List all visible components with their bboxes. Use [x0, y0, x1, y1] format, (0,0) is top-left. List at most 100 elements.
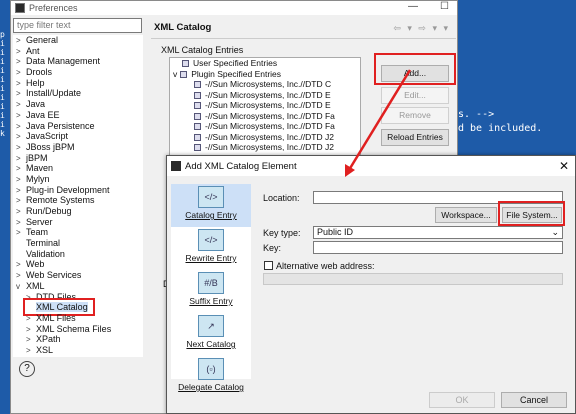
catalog-entry[interactable]: -//Sun Microsystems, Inc.//DTD J2: [170, 132, 360, 143]
tree-item[interactable]: > XML Schema Files: [13, 324, 143, 335]
entry-icon: [182, 60, 189, 68]
element-type-label: Next Catalog: [186, 339, 236, 349]
element-type-icon: (▫): [198, 358, 224, 380]
tree-item-label: Maven: [26, 163, 54, 174]
chevron-right-icon[interactable]: >: [26, 346, 36, 357]
tree-item-label: Java: [26, 99, 46, 110]
reload-entries-button[interactable]: Reload Entries: [381, 129, 449, 146]
element-type-icon: </>: [198, 229, 224, 251]
tree-item[interactable]: Terminal: [13, 238, 143, 249]
keytype-label: Key type:: [263, 228, 301, 238]
catalog-element-type[interactable]: #/B Suffix Entry: [171, 270, 251, 313]
chevron-down-icon[interactable]: v: [173, 69, 177, 79]
tree-item[interactable]: > XPath: [13, 334, 143, 345]
catalog-entry-label: -//Sun Microsystems, Inc.//DTD C: [205, 79, 332, 89]
tree-item-label: Remote Systems: [26, 195, 95, 206]
tree-item[interactable]: > Java: [13, 99, 143, 110]
ok-button[interactable]: OK: [429, 392, 495, 408]
minimize-icon[interactable]: —: [408, 1, 418, 12]
catalog-entry[interactable]: -//Sun Microsystems, Inc.//DTD E: [170, 90, 360, 101]
preferences-tree: > General > Ant > Data Management > Drools > Help…: [13, 35, 143, 357]
tree-item[interactable]: > XML Files: [13, 313, 143, 324]
cancel-button[interactable]: Cancel: [501, 392, 567, 408]
tree-item[interactable]: > Remote Systems: [13, 195, 143, 206]
tree-item[interactable]: > Java Persistence: [13, 121, 143, 132]
element-type-label: Catalog Entry: [185, 210, 237, 220]
tree-item-label: XML: [26, 280, 45, 291]
tree-item-label: XML Files: [36, 312, 76, 323]
tree-item-label: DTD Files: [36, 291, 76, 302]
alternative-address-checkbox[interactable]: [264, 261, 273, 270]
keytype-select[interactable]: Public ID ⌄: [313, 226, 563, 239]
edit-button[interactable]: Edit...: [381, 87, 449, 104]
tree-item[interactable]: > Web: [13, 259, 143, 270]
filter-input[interactable]: type filter text: [13, 18, 142, 33]
tree-item[interactable]: > Install/Update: [13, 88, 143, 99]
dialog-app-icon: [171, 161, 181, 171]
element-type-icon: </>: [198, 186, 224, 208]
alternative-address-input[interactable]: [263, 273, 563, 285]
catalog-element-type[interactable]: </> Catalog Entry: [171, 184, 251, 227]
catalog-entry[interactable]: -//Sun Microsystems, Inc.//DTD E: [170, 100, 360, 111]
help-icon[interactable]: ?: [19, 361, 35, 377]
catalog-entry-label: -//Sun Microsystems, Inc.//DTD Fa: [205, 121, 335, 131]
tree-item[interactable]: > Ant: [13, 46, 143, 57]
workspace-button[interactable]: Workspace...: [435, 207, 497, 223]
catalog-element-type[interactable]: </> Rewrite Entry: [171, 227, 251, 270]
close-icon[interactable]: ✕: [559, 159, 569, 173]
tree-item[interactable]: > Team: [13, 227, 143, 238]
tree-item[interactable]: > Drools: [13, 67, 143, 78]
tree-item-label: Validation: [26, 248, 65, 259]
tree-item-label: XSL: [36, 344, 54, 355]
add-button[interactable]: Add...: [381, 65, 449, 82]
tree-item[interactable]: > JBoss jBPM: [13, 142, 143, 153]
tree-item[interactable]: > Maven: [13, 163, 143, 174]
tree-item[interactable]: > XSL: [13, 345, 143, 356]
catalog-entry[interactable]: -//Sun Microsystems, Inc.//DTD C: [170, 79, 360, 90]
tree-item[interactable]: > jBPM: [13, 153, 143, 164]
tree-item[interactable]: > Plug-in Development: [13, 185, 143, 196]
catalog-entry-label: -//Sun Microsystems, Inc.//DTD J2: [205, 142, 334, 152]
catalog-entry[interactable]: User Specified Entries: [170, 58, 360, 69]
tree-item[interactable]: > Java EE: [13, 110, 143, 121]
tree-item-label: Install/Update: [26, 88, 82, 99]
tree-item[interactable]: > Web Services: [13, 270, 143, 281]
catalog-entry[interactable]: -//Sun Microsystems, Inc.//DTD Fa: [170, 111, 360, 122]
key-input[interactable]: [313, 241, 563, 254]
element-type-label: Suffix Entry: [189, 296, 233, 306]
tree-item[interactable]: > Run/Debug: [13, 206, 143, 217]
catalog-entry[interactable]: -//Sun Microsystems, Inc.//DTD J2: [170, 142, 360, 153]
tree-item-label: Help: [26, 77, 45, 88]
catalog-element-type[interactable]: (▫) Delegate Catalog: [171, 356, 251, 399]
window-app-icon: [15, 3, 25, 13]
file-system-button[interactable]: File System...: [502, 207, 562, 223]
tree-item[interactable]: > JavaScript: [13, 131, 143, 142]
tree-item[interactable]: Validation: [13, 249, 143, 260]
catalog-entry[interactable]: v Plugin Specified Entries: [170, 69, 360, 80]
tree-item[interactable]: > Server: [13, 217, 143, 228]
tree-item[interactable]: XML Catalog: [13, 298, 143, 317]
catalog-entry-label: -//Sun Microsystems, Inc.//DTD Fa: [205, 110, 335, 121]
tree-item[interactable]: v XML: [13, 281, 143, 292]
remove-button[interactable]: Remove: [381, 107, 449, 124]
tree-item[interactable]: > Data Management: [13, 56, 143, 67]
tree-item[interactable]: > General: [13, 35, 143, 46]
tree-item[interactable]: > DTD Files: [13, 292, 143, 303]
tree-item-label: JavaScript: [26, 131, 69, 142]
maximize-icon[interactable]: ☐: [440, 1, 449, 12]
tree-item-label: XML Schema Files: [36, 323, 112, 334]
catalog-entry[interactable]: -//Sun Microsystems, Inc.//DTD Fa: [170, 121, 360, 132]
tree-item-label: General: [26, 35, 59, 45]
catalog-element-list: </> Catalog Entry </> Rewrite Entry #/B Suffi…: [171, 184, 251, 392]
catalog-element-type[interactable]: ↗ Next Catalog: [171, 313, 251, 356]
background-editor-text: s. --> d be included.: [458, 109, 543, 134]
nav-arrows[interactable]: ⇦ ▾ ⇨ ▾ ▾: [393, 23, 450, 34]
tree-item-label: Data Management: [26, 56, 101, 67]
alternative-address-label: Alternative web address:: [276, 261, 375, 271]
tree-item-label: XML Catalog: [36, 302, 88, 313]
tree-item[interactable]: > Help: [13, 78, 143, 89]
location-input[interactable]: [313, 191, 563, 204]
tree-item[interactable]: > Mylyn: [13, 174, 143, 185]
catalog-entries-tree[interactable]: User Specified Entries v Plugin Specified …: [169, 57, 361, 167]
entry-icon: [194, 144, 201, 152]
